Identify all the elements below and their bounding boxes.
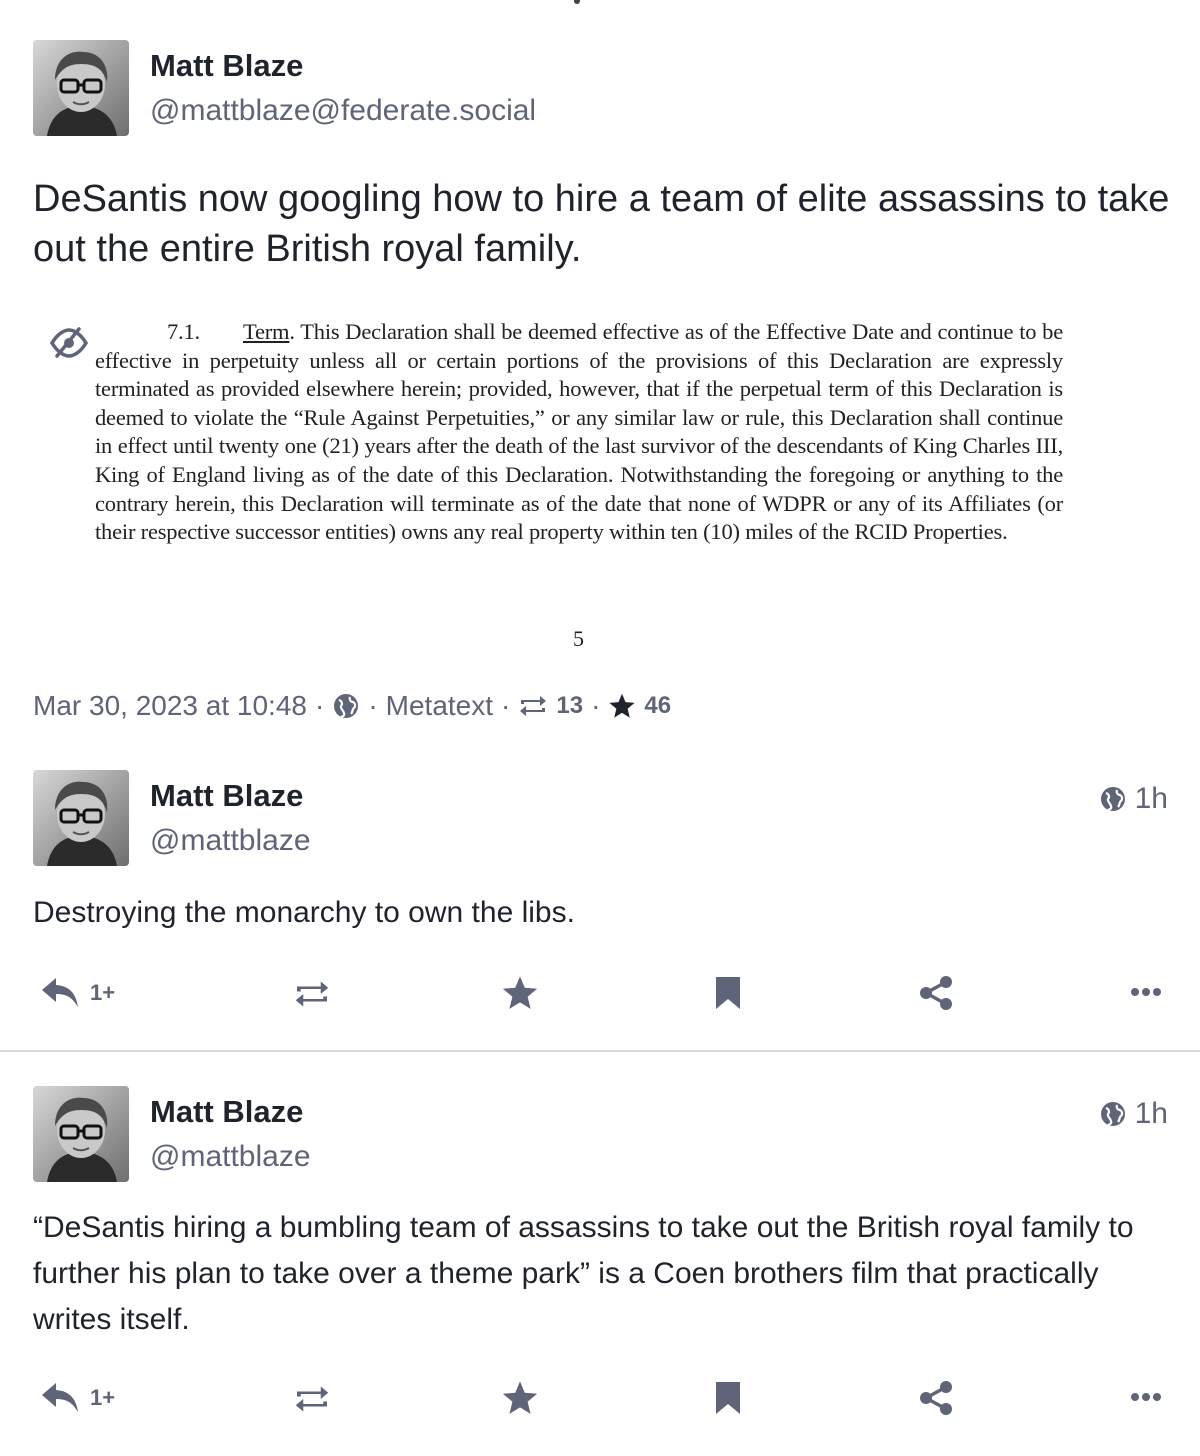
status-date: Mar 30, 2023 at 10:48 [33,690,307,721]
boost-count[interactable]: 13 [556,692,583,720]
author-handle[interactable]: @mattblaze@federate.social [150,94,536,128]
hide-media-button[interactable] [49,326,89,365]
star-icon [502,976,538,1009]
relative-time: 1h [1134,1097,1168,1130]
boost-button[interactable] [290,1384,334,1414]
status-text: Destroying the monarchy to own the libs. [33,896,575,929]
more-icon [1131,1393,1161,1401]
bookmark-icon [716,1382,740,1414]
avatar-photo [33,770,129,866]
boost-icon [295,981,329,1007]
favourite-button[interactable] [501,974,539,1012]
media-attachment[interactable]: 7.1. Term. This Declaration shall be deem… [33,300,1173,660]
reply-icon [42,978,78,1007]
section-title: Term [243,319,290,344]
status-text: DeSantis now googling how to hire a team… [33,178,1170,270]
globe-icon [334,694,359,718]
divider [0,1050,1200,1052]
reply-button[interactable]: 1+ [40,976,115,1010]
share-button[interactable] [918,975,954,1011]
meta-separator: · [368,690,378,721]
meta-separator: · [591,690,601,721]
status-time: 1h [1099,1097,1168,1131]
relative-time: 1h [1134,782,1168,815]
avatar-photo [33,1086,129,1182]
author-name[interactable]: Matt Blaze [150,48,303,84]
more-button[interactable] [1130,1391,1162,1403]
globe-icon [1100,787,1125,811]
author-name[interactable]: Matt Blaze [150,1094,303,1130]
section-body: . This Declaration shall be deemed effec… [95,319,1063,545]
page-number: 5 [573,626,584,651]
author-handle[interactable]: @mattblaze [150,824,311,858]
meta-separator: · [314,690,325,721]
avatar[interactable] [33,1086,129,1182]
meta-separator: · [501,690,511,721]
boost-icon [520,696,547,716]
section-number: 7.1. [167,319,200,344]
avatar-photo [33,40,129,136]
boost-button[interactable] [290,979,334,1009]
star-icon [609,693,635,718]
share-button[interactable] [918,1380,954,1416]
avatar[interactable] [33,40,129,136]
boost-icon [295,1386,329,1412]
reply-count: 1+ [90,1385,116,1410]
status-text: “DeSantis hiring a bumbling team of assa… [33,1211,1134,1336]
avatar[interactable] [33,770,129,866]
more-button[interactable] [1130,986,1162,998]
more-icon [1131,988,1161,996]
reply-icon [42,1383,78,1412]
bookmark-button[interactable] [714,975,742,1011]
share-icon [920,976,952,1010]
favourite-count[interactable]: 46 [644,692,671,720]
globe-icon [1100,1102,1125,1126]
document-excerpt: 7.1. Term. This Declaration shall be deem… [95,318,1063,547]
eye-slash-icon [49,327,89,358]
bookmark-button[interactable] [714,1380,742,1416]
application-name[interactable]: Metatext [386,690,493,722]
top-marker [574,0,580,4]
favourite-button[interactable] [501,1379,539,1417]
status-meta: Mar 30, 2023 at 10:48 · · Metatext · 13 … [33,690,671,722]
bookmark-icon [716,977,740,1009]
author-handle[interactable]: @mattblaze [150,1140,311,1174]
author-name[interactable]: Matt Blaze [150,778,303,814]
star-icon [502,1381,538,1414]
share-icon [920,1381,952,1415]
reply-count: 1+ [90,980,116,1005]
status-time: 1h [1099,782,1168,816]
reply-button[interactable]: 1+ [40,1381,115,1415]
